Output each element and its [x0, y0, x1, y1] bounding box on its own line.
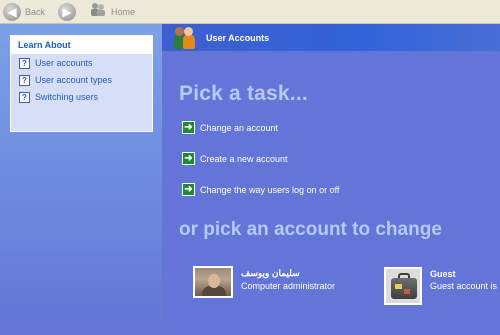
task-pane: Learn About ? User accounts ? User accou… [0, 24, 162, 335]
task-create-account[interactable]: ➜ Create a new account [182, 152, 288, 165]
task-label: Change an account [200, 122, 279, 133]
learn-item-user-account-types[interactable]: ? User account types [11, 72, 152, 88]
learn-about-title: Learn About [11, 36, 152, 54]
help-icon: ? [19, 91, 30, 103]
account-type: Computer administrator [241, 281, 336, 291]
home-icon [89, 2, 107, 21]
forward-button[interactable]: ▶ [55, 1, 79, 23]
forward-arrow-icon: ▶ [58, 2, 77, 21]
green-arrow-icon: ➜ [182, 121, 195, 134]
back-label: Back [25, 6, 46, 17]
home-label: Home [111, 6, 136, 17]
account-name: سليمان ويوسف [241, 268, 300, 278]
navigation-toolbar: ◀ Back ▶ Home [0, 0, 500, 24]
account-photo-icon [193, 266, 233, 298]
green-arrow-icon: ➜ [182, 183, 195, 196]
green-arrow-icon: ➜ [182, 152, 195, 165]
learn-item-label: User account types [35, 75, 113, 85]
task-change-account[interactable]: ➜ Change an account [182, 121, 278, 134]
task-label: Change the way users log on or off [200, 184, 340, 195]
learn-item-label: User accounts [35, 58, 93, 68]
back-arrow-icon: ◀ [3, 2, 21, 21]
pick-account-heading: or pick an account to change [179, 219, 442, 240]
task-label: Create a new account [200, 153, 288, 164]
page-title: User Accounts [206, 32, 270, 43]
learn-item-switching-users[interactable]: ? Switching users [11, 89, 152, 105]
back-button[interactable]: ◀ Back [0, 1, 48, 23]
pick-task-heading: Pick a task... [179, 82, 308, 105]
help-icon: ? [19, 57, 30, 69]
account-admin[interactable]: سليمان ويوسف Computer administrator [193, 266, 335, 298]
home-button[interactable]: Home [86, 1, 138, 23]
learn-about-box: Learn About ? User accounts ? User accou… [10, 35, 153, 132]
task-change-logon[interactable]: ➜ Change the way users log on or off [182, 183, 339, 196]
account-type: Guest account is [430, 281, 498, 291]
account-name: Guest [430, 269, 456, 279]
learn-item-user-accounts[interactable]: ? User accounts [11, 55, 152, 71]
suitcase-icon [384, 267, 422, 305]
user-accounts-icon [172, 26, 198, 49]
help-icon: ? [19, 74, 30, 86]
main-content: User Accounts Pick a task... ➜ Change an… [162, 24, 500, 335]
main-header: User Accounts [162, 24, 500, 51]
learn-item-label: Switching users [35, 92, 99, 102]
account-guest[interactable]: Guest Guest account is [384, 267, 497, 305]
